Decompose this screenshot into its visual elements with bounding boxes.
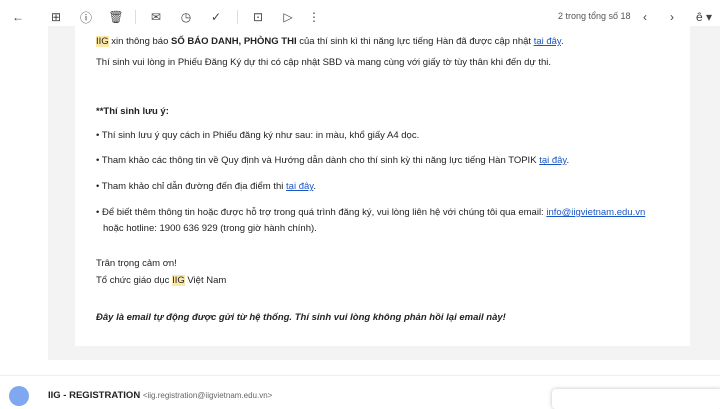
sender-address: <iig.registration@iigvietnam.edu.vn> <box>142 391 273 400</box>
list-item: • Tham khảo chỉ dẫn đường đến địa điểm t… <box>96 181 316 192</box>
back-arrow-icon[interactable]: ← <box>10 9 26 25</box>
text: Tổ chức giáo dục <box>96 275 173 286</box>
text: của thí sinh kì thi năng lực tiếng Hàn đ… <box>296 36 534 47</box>
sender-name: IIG - REGISTRATION <box>48 390 141 401</box>
input-tools-icon[interactable]: ê ▾ <box>692 9 716 25</box>
divider <box>135 10 136 24</box>
next-email-sender[interactable]: IIG - REGISTRATION <iig.registration@iig… <box>48 390 272 401</box>
text: Để biết thêm thông tin hoặc được hỗ trợ … <box>101 207 547 218</box>
divider <box>0 375 720 376</box>
email-body-panel: IIG xin thông báo SỐ BÁO DANH, PHÒNG THI… <box>48 26 720 360</box>
add-task-icon[interactable]: ✓ <box>208 9 224 25</box>
link-tai-day[interactable]: tại đây <box>539 155 566 166</box>
snooze-icon[interactable]: ◷ <box>178 9 194 25</box>
closing: Trân trọng cảm ơn! <box>96 258 177 269</box>
text: . <box>313 181 316 192</box>
announcement-line: IIG xin thông báo SỐ BÁO DANH, PHÒNG THI… <box>96 36 564 48</box>
bold-text: SỐ BÁO DANH, PHÒNG THI <box>171 36 297 47</box>
link-tai-day[interactable]: tại đây <box>534 36 561 47</box>
note-heading: **Thí sinh lưu ý: <box>96 106 169 117</box>
text: Việt Nam <box>184 275 227 286</box>
label-icon[interactable]: ▷ <box>280 9 296 25</box>
move-to-icon[interactable]: ⊡ <box>250 9 266 25</box>
mark-unread-icon[interactable]: ✉ <box>148 9 164 25</box>
more-vert-icon[interactable]: ⋮ <box>306 9 322 25</box>
auto-note: Đây là email tự động được gửi từ hệ thốn… <box>96 312 506 323</box>
prev-icon[interactable]: ‹ <box>637 9 653 25</box>
list-item: • Tham khảo các thông tin về Quy định và… <box>96 155 570 166</box>
text: Tham khảo các thông tin về Quy định và H… <box>101 155 540 166</box>
list-item: • Để biết thêm thông tin hoặc được hỗ tr… <box>96 207 646 218</box>
list-item: • Thí sinh lưu ý quy cách in Phiếu đăng … <box>96 130 420 141</box>
text: xin thông báo <box>108 36 171 47</box>
archive-icon[interactable]: ⊞ <box>48 9 64 25</box>
text: Tham khảo chỉ dẫn đường đến địa điểm thi <box>101 181 287 192</box>
next-icon[interactable]: › <box>664 9 680 25</box>
organization: Tổ chức giáo dục IIG Việt Nam <box>96 275 226 287</box>
email-card: IIG xin thông báo SỐ BÁO DANH, PHÒNG THI… <box>75 26 690 346</box>
pagination-count: 2 trong tổng số 18 <box>558 11 631 21</box>
text: . <box>566 155 570 166</box>
report-spam-icon[interactable]: ⓘ <box>78 9 94 25</box>
hotline-text: hoặc hotline: 1900 636 929 (trong giờ hà… <box>103 223 317 234</box>
highlight: IIG <box>172 275 185 286</box>
delete-icon[interactable]: 🗑 <box>108 9 124 25</box>
text: Thí sinh lưu ý quy cách in Phiếu đăng ký… <box>101 130 420 141</box>
popup-card <box>552 389 720 409</box>
avatar[interactable] <box>9 386 29 406</box>
email-link[interactable]: info@iigvietnam.edu.vn <box>546 207 645 218</box>
highlight: IIG <box>96 36 109 47</box>
instruction-line: Thí sinh vui lòng in Phiếu Đăng Ký dự th… <box>96 57 552 68</box>
text: . <box>560 36 564 47</box>
divider <box>237 10 238 24</box>
link-tai-day[interactable]: tại đây <box>286 181 313 192</box>
